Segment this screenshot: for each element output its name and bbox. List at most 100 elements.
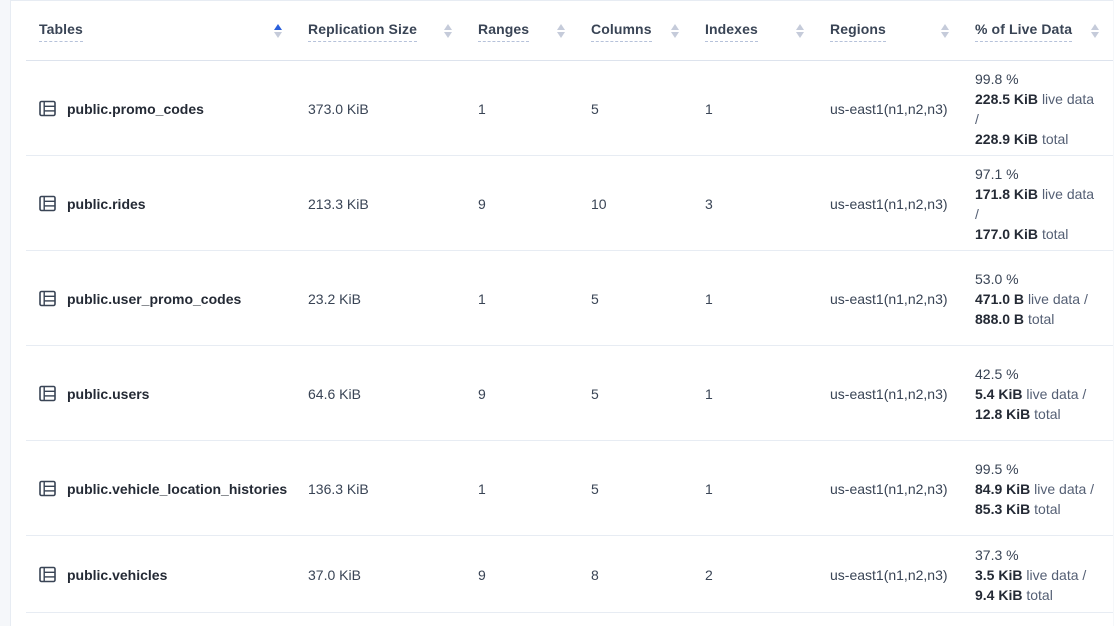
table-name-cell: public.user_promo_codes bbox=[11, 290, 296, 307]
sort-down-arrow-icon bbox=[941, 32, 949, 38]
indexes-cell: 1 bbox=[693, 481, 818, 497]
table-icon bbox=[39, 385, 56, 402]
columns-cell: 10 bbox=[579, 196, 693, 212]
live-data-cell: 42.5 % 5.4 KiB live data / 12.8 KiB tota… bbox=[963, 364, 1113, 424]
column-header[interactable]: Replication Size bbox=[296, 1, 466, 61]
live-percent: 37.3 % bbox=[975, 545, 1101, 565]
live-percent: 53.0 % bbox=[975, 269, 1101, 289]
column-header[interactable]: Ranges bbox=[466, 1, 579, 61]
sort-icon[interactable] bbox=[794, 22, 806, 40]
live-data-cell: 99.8 % 228.5 KiB live data / 228.9 KiB t… bbox=[963, 69, 1113, 149]
sort-down-arrow-icon bbox=[557, 32, 565, 38]
table-icon bbox=[39, 290, 56, 307]
live-data-cell: 53.0 % 471.0 B live data / 888.0 B total bbox=[963, 269, 1113, 329]
live-data-cell: 97.1 % 171.8 KiB live data / 177.0 KiB t… bbox=[963, 164, 1113, 244]
ranges-cell: 1 bbox=[466, 101, 579, 117]
tables-panel: Tables Replication Size Ranges Columns I… bbox=[10, 0, 1113, 626]
live-data-cell: 37.3 % 3.5 KiB live data / 9.4 KiB total bbox=[963, 545, 1113, 605]
sort-icon[interactable] bbox=[939, 22, 951, 40]
column-header[interactable]: Regions bbox=[818, 1, 963, 61]
table-row: public.vehicles 37.0 KiB 9 8 2 us-east1(… bbox=[11, 536, 1113, 613]
tables-page: Tables Replication Size Ranges Columns I… bbox=[0, 0, 1114, 626]
live-data-line: 471.0 B live data / bbox=[975, 289, 1101, 309]
table-name-link[interactable]: public.vehicle_location_histories bbox=[67, 481, 287, 497]
sort-icon[interactable] bbox=[555, 22, 567, 40]
ranges-cell: 9 bbox=[466, 386, 579, 402]
sort-icon[interactable] bbox=[669, 22, 681, 40]
live-percent: 42.5 % bbox=[975, 364, 1101, 384]
table-row: public.vehicle_location_histories 136.3 … bbox=[11, 441, 1113, 536]
table-icon bbox=[39, 195, 56, 212]
sort-up-arrow-icon bbox=[796, 24, 804, 30]
ranges-cell: 9 bbox=[466, 567, 579, 583]
table-name-link[interactable]: public.user_promo_codes bbox=[67, 291, 241, 307]
table-name-link[interactable]: public.vehicles bbox=[67, 567, 167, 583]
table-name-cell: public.rides bbox=[11, 195, 296, 212]
table-icon bbox=[39, 480, 56, 497]
live-percent: 99.8 % bbox=[975, 69, 1101, 89]
total-data-line: 85.3 KiB total bbox=[975, 499, 1101, 519]
sort-up-arrow-icon bbox=[671, 24, 679, 30]
table-name-cell: public.promo_codes bbox=[11, 100, 296, 117]
table-row: public.promo_codes 373.0 KiB 1 5 1 us-ea… bbox=[11, 61, 1113, 156]
live-data-line: 3.5 KiB live data / bbox=[975, 565, 1101, 585]
sort-up-arrow-icon bbox=[274, 24, 282, 30]
replication-size-cell: 373.0 KiB bbox=[296, 101, 466, 117]
table-row: public.rides 213.3 KiB 9 10 3 us-east1(n… bbox=[11, 156, 1113, 251]
regions-cell: us-east1(n1,n2,n3) bbox=[818, 196, 963, 212]
column-header-label: Columns bbox=[591, 21, 652, 42]
total-data-line: 12.8 KiB total bbox=[975, 404, 1101, 424]
live-data-line: 228.5 KiB live data / bbox=[975, 89, 1101, 129]
column-header[interactable]: % of Live Data bbox=[963, 1, 1113, 61]
live-data-line: 84.9 KiB live data / bbox=[975, 479, 1101, 499]
table-name-cell: public.vehicles bbox=[11, 566, 296, 583]
indexes-cell: 1 bbox=[693, 291, 818, 307]
column-header[interactable]: Tables bbox=[11, 1, 296, 61]
sort-up-arrow-icon bbox=[941, 24, 949, 30]
table-name-link[interactable]: public.rides bbox=[67, 196, 146, 212]
indexes-cell: 1 bbox=[693, 101, 818, 117]
table-name-link[interactable]: public.users bbox=[67, 386, 149, 402]
live-data-cell: 99.5 % 84.9 KiB live data / 85.3 KiB tot… bbox=[963, 459, 1113, 519]
column-header-label: Indexes bbox=[705, 21, 758, 42]
columns-cell: 5 bbox=[579, 386, 693, 402]
sort-down-arrow-icon bbox=[796, 32, 804, 38]
live-data-line: 5.4 KiB live data / bbox=[975, 384, 1101, 404]
columns-cell: 5 bbox=[579, 481, 693, 497]
columns-cell: 5 bbox=[579, 291, 693, 307]
table-icon bbox=[39, 566, 56, 583]
table-row: public.user_promo_codes 23.2 KiB 1 5 1 u… bbox=[11, 251, 1113, 346]
column-header[interactable]: Indexes bbox=[693, 1, 818, 61]
sort-icon[interactable] bbox=[442, 22, 454, 40]
replication-size-cell: 136.3 KiB bbox=[296, 481, 466, 497]
ranges-cell: 9 bbox=[466, 196, 579, 212]
regions-cell: us-east1(n1,n2,n3) bbox=[818, 386, 963, 402]
sort-icon[interactable] bbox=[272, 22, 284, 40]
indexes-cell: 3 bbox=[693, 196, 818, 212]
replication-size-cell: 213.3 KiB bbox=[296, 196, 466, 212]
regions-cell: us-east1(n1,n2,n3) bbox=[818, 101, 963, 117]
column-header[interactable]: Columns bbox=[579, 1, 693, 61]
replication-size-cell: 37.0 KiB bbox=[296, 567, 466, 583]
sort-icon[interactable] bbox=[1089, 22, 1101, 40]
sort-down-arrow-icon bbox=[1091, 32, 1099, 38]
total-data-line: 9.4 KiB total bbox=[975, 585, 1101, 605]
column-header-label: Regions bbox=[830, 21, 886, 42]
table-name-cell: public.vehicle_location_histories bbox=[11, 480, 296, 497]
sort-up-arrow-icon bbox=[444, 24, 452, 30]
live-percent: 99.5 % bbox=[975, 459, 1101, 479]
column-header-label: Replication Size bbox=[308, 21, 417, 42]
total-data-line: 177.0 KiB total bbox=[975, 224, 1101, 244]
regions-cell: us-east1(n1,n2,n3) bbox=[818, 291, 963, 307]
columns-cell: 5 bbox=[579, 101, 693, 117]
table-header-row: Tables Replication Size Ranges Columns I… bbox=[11, 1, 1113, 61]
table-row: public.users 64.6 KiB 9 5 1 us-east1(n1,… bbox=[11, 346, 1113, 441]
column-header-label: Ranges bbox=[478, 21, 529, 42]
replication-size-cell: 64.6 KiB bbox=[296, 386, 466, 402]
table-name-link[interactable]: public.promo_codes bbox=[67, 101, 204, 117]
sort-up-arrow-icon bbox=[1091, 24, 1099, 30]
regions-cell: us-east1(n1,n2,n3) bbox=[818, 481, 963, 497]
regions-cell: us-east1(n1,n2,n3) bbox=[818, 567, 963, 583]
total-data-line: 888.0 B total bbox=[975, 309, 1101, 329]
sort-up-arrow-icon bbox=[557, 24, 565, 30]
